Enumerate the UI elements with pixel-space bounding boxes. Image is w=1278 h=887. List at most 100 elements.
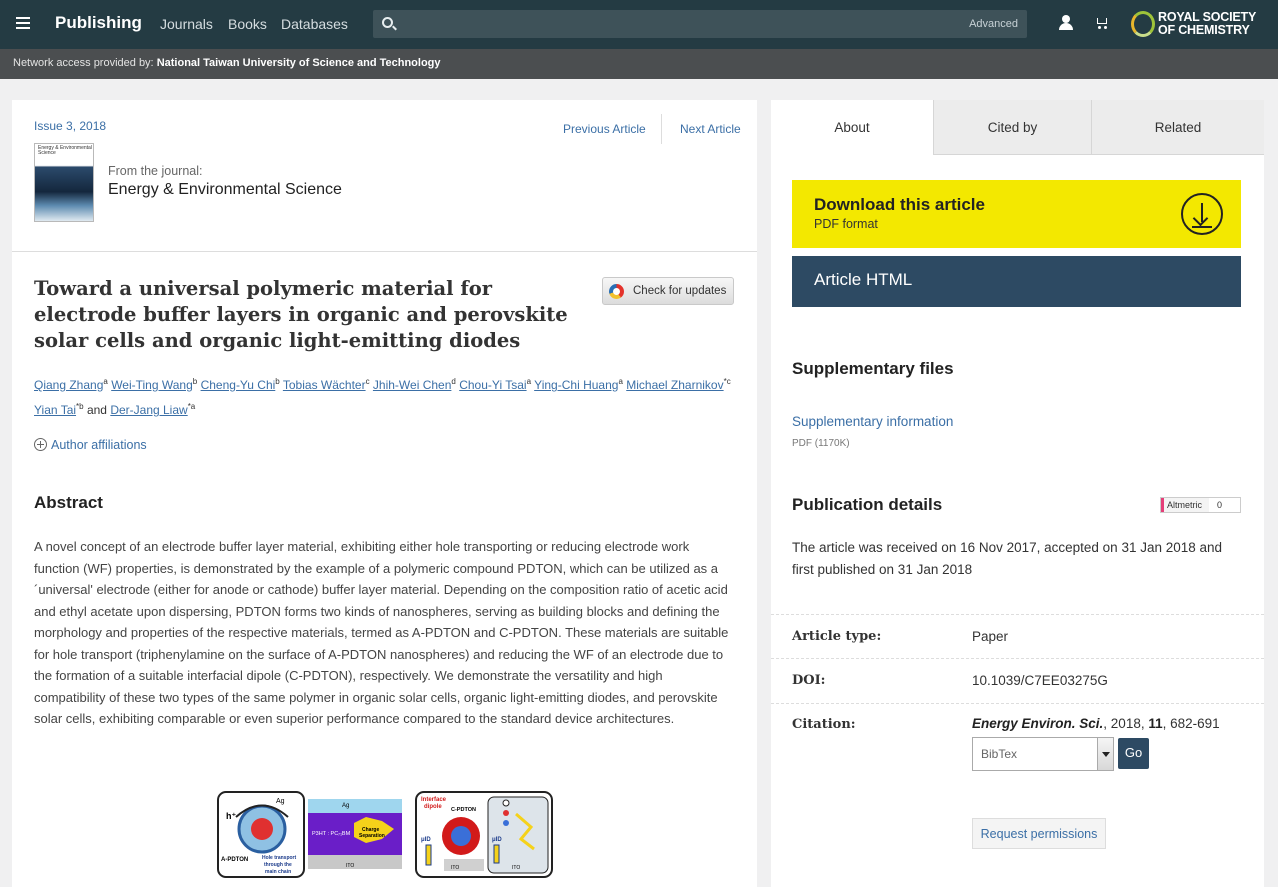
supplementary-file-size: PDF (1170K) xyxy=(792,438,850,449)
details-divider xyxy=(771,614,1264,615)
author-link[interactable]: Cheng-Yu Chi xyxy=(201,378,276,392)
author-affil-sup: b xyxy=(275,377,280,386)
citation-value: Energy Environ. Sci., 2018, 11, 682-691 xyxy=(972,716,1220,731)
author-affil-sup: *b xyxy=(76,402,84,411)
rsc-logo-mark xyxy=(1131,11,1155,37)
author-link[interactable]: Der-Jang Liaw xyxy=(110,403,187,417)
author-link[interactable]: Chou-Yi Tsai xyxy=(459,378,526,392)
doi-value[interactable]: 10.1039/C7EE03275G xyxy=(972,673,1108,688)
toc-label-ito-2: ITO xyxy=(451,865,459,871)
citation-format-value: BibTex xyxy=(981,747,1018,761)
toc-label-through-the: through the xyxy=(264,862,292,868)
from-journal-label: From the journal: xyxy=(108,164,203,178)
header-divider xyxy=(12,251,757,252)
nav-divider xyxy=(661,114,662,144)
check-for-updates-button[interactable]: Check for updates xyxy=(602,277,734,305)
journal-cover-image[interactable]: Energy & Environmental Science xyxy=(34,143,94,222)
user-icon[interactable] xyxy=(1059,15,1073,31)
altmetric-badge[interactable]: Altmetric 0 xyxy=(1160,497,1241,513)
author-affil-sup: *a xyxy=(187,402,196,411)
search-icon[interactable] xyxy=(382,17,393,28)
citation-label: Citation: xyxy=(792,717,856,732)
supplementary-files-heading: Supplementary files xyxy=(792,359,954,378)
abstract-heading: Abstract xyxy=(34,493,103,512)
rsc-logo[interactable]: ROYAL SOCIETY OF CHEMISTRY xyxy=(1131,11,1265,39)
next-article-link[interactable]: Next Article xyxy=(680,122,741,136)
download-icon xyxy=(1181,193,1223,235)
author-link[interactable]: Michael Zharnikov xyxy=(626,378,723,392)
nav-databases[interactable]: Databases xyxy=(281,16,348,32)
article-type-label: Article type: xyxy=(792,629,882,644)
access-institution: National Taiwan University of Science an… xyxy=(156,57,441,69)
citation-volume: 11 xyxy=(1148,716,1163,731)
author-link[interactable]: Qiang Zhang xyxy=(34,378,103,392)
toc-label-ito-1: ITO xyxy=(346,863,354,869)
toc-label-ito-3: ITO xyxy=(512,865,520,871)
request-permissions-button[interactable]: Request permissions xyxy=(972,818,1106,849)
advanced-search-link[interactable]: Advanced xyxy=(969,18,1018,30)
author-link[interactable]: Jhih-Wei Chen xyxy=(373,378,451,392)
supplementary-information-link[interactable]: Supplementary information xyxy=(792,414,953,429)
toc-label-hole-transport: Hole transport xyxy=(262,855,297,861)
details-divider xyxy=(771,703,1264,704)
and-word: and xyxy=(86,403,107,417)
toc-label-interface: Interface xyxy=(421,797,447,803)
author-link[interactable]: Wei-Ting Wang xyxy=(111,378,193,392)
publication-details-heading: Publication details xyxy=(792,495,943,514)
search-bar: Advanced xyxy=(373,10,1027,38)
author-affil-sup: a xyxy=(103,377,108,386)
toc-label-mu-2: μID xyxy=(492,837,502,843)
author-affiliations-toggle[interactable]: Author affiliations xyxy=(34,438,147,452)
toc-label-main-chain: main chain xyxy=(265,869,291,875)
tab-about[interactable]: About xyxy=(771,100,933,155)
article-sidebar: About Cited by Related Download this art… xyxy=(771,100,1264,887)
author-affil-sup: d xyxy=(451,377,456,386)
author-link[interactable]: Ying-Chi Huang xyxy=(534,378,618,392)
plus-circle-icon xyxy=(34,438,47,451)
journal-name[interactable]: Energy & Environmental Science xyxy=(108,181,342,199)
article-html-button[interactable]: Article HTML xyxy=(792,256,1241,307)
search-input[interactable] xyxy=(403,14,963,34)
previous-article-link[interactable]: Previous Article xyxy=(563,122,646,136)
author-link[interactable]: Tobias Wächter xyxy=(283,378,366,392)
download-article-button[interactable]: Download this article PDF format xyxy=(792,180,1241,248)
altmetric-label: Altmetric xyxy=(1161,498,1209,512)
toc-label-c-pdton: C-PDTON xyxy=(451,807,476,813)
cart-icon[interactable] xyxy=(1094,16,1110,30)
go-button[interactable]: Go xyxy=(1118,738,1149,769)
menu-icon[interactable] xyxy=(16,17,30,29)
citation-format-select[interactable]: BibTex xyxy=(972,737,1114,771)
author-list: Qiang Zhanga Wei-Ting Wangb Cheng-Yu Chi… xyxy=(34,371,739,421)
details-divider xyxy=(771,658,1264,659)
article-title: Toward a universal polymeric material fo… xyxy=(34,277,568,352)
issue-link[interactable]: Issue 3, 2018 xyxy=(34,119,106,133)
author-affil-sup: a xyxy=(526,377,532,386)
download-format: PDF format xyxy=(814,217,878,231)
toc-label-p3ht: P3HT : PC₇₁BM xyxy=(312,831,351,837)
graphical-abstract-image[interactable]: h⁺ Ag A-PDTON Hole transport through the… xyxy=(216,789,554,879)
access-label: Network access provided by: xyxy=(13,57,154,69)
author-affil-sup: *c xyxy=(723,377,731,386)
tab-related[interactable]: Related xyxy=(1091,100,1264,155)
nav-journals[interactable]: Journals xyxy=(160,16,213,32)
cover-title: Energy & Environmental Science xyxy=(38,145,92,156)
doi-label: DOI: xyxy=(792,673,826,688)
nav-books[interactable]: Books xyxy=(228,16,267,32)
toc-label-mu-1: μID xyxy=(421,837,431,843)
author-affil-sup: c xyxy=(365,377,370,386)
toc-label-ag-1: Ag xyxy=(276,798,285,805)
author-link[interactable]: Yian Tai xyxy=(34,403,76,417)
toc-label-dipole: dipole xyxy=(424,804,442,810)
toc-label-separation: Separation xyxy=(359,833,385,839)
top-navigation-bar: Publishing Journals Books Databases Adva… xyxy=(0,0,1278,49)
publishing-brand[interactable]: Publishing xyxy=(55,13,142,33)
crossmark-icon xyxy=(609,284,624,299)
publication-dates: The article was received on 16 Nov 2017,… xyxy=(792,540,1223,577)
author-affil-sup: b xyxy=(192,377,198,386)
author-affiliations-label: Author affiliations xyxy=(51,438,147,452)
network-access-bar: Network access provided by: National Tai… xyxy=(0,49,1278,79)
rsc-logo-text: ROYAL SOCIETY OF CHEMISTRY xyxy=(1158,10,1257,37)
chevron-down-icon xyxy=(1097,738,1113,770)
tab-cited-by[interactable]: Cited by xyxy=(933,100,1091,155)
check-for-updates-label: Check for updates xyxy=(633,285,727,297)
